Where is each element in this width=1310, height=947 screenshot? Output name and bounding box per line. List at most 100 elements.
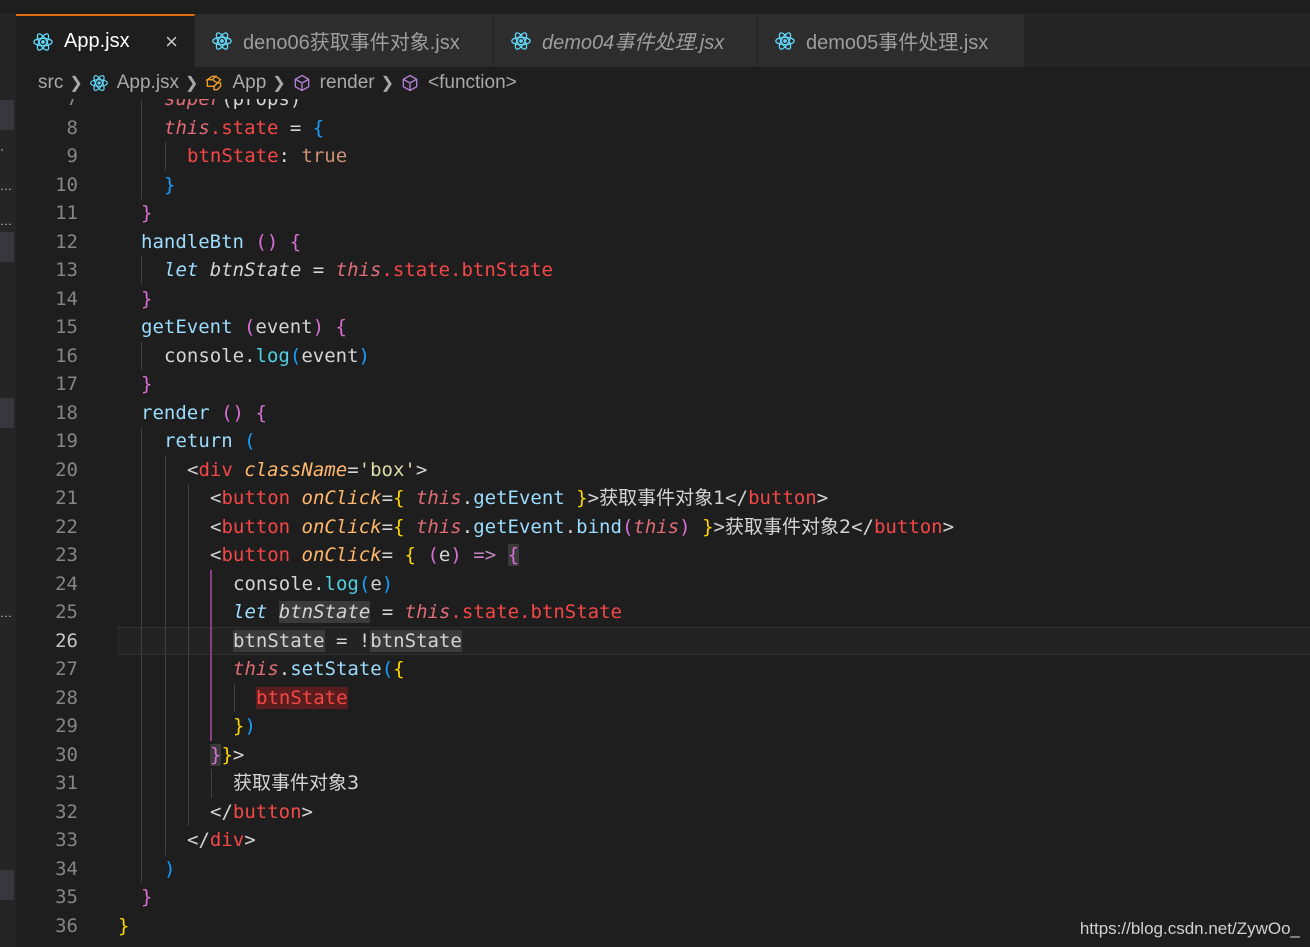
line-code: return ( — [164, 427, 256, 456]
line-number: 31 — [55, 772, 78, 794]
line-number: 22 — [55, 515, 78, 538]
tab-app-jsx[interactable]: App.jsx × — [16, 14, 195, 67]
code-line: 17 } — [16, 370, 1310, 399]
breadcrumb-file[interactable]: App.jsx — [89, 72, 179, 94]
token: e — [370, 572, 382, 595]
token: btnState — [256, 686, 348, 709]
indent-guide — [188, 484, 189, 513]
indent-guide — [188, 712, 189, 741]
line-number: 36 — [55, 914, 78, 937]
line-code: this.setState({ — [233, 655, 405, 684]
indent-guide — [188, 541, 189, 570]
line-number: 23 — [55, 544, 78, 566]
line-number: 28 — [55, 686, 78, 709]
token: ) — [358, 344, 370, 367]
line-code: <button onClick={ this.getEvent }>获取事件对象… — [210, 484, 828, 513]
breadcrumb-function[interactable]: <function> — [400, 72, 517, 94]
code-line: 22 <button onClick={ this.getEvent.bind(… — [16, 512, 1310, 541]
breadcrumb-src[interactable]: src — [38, 72, 63, 94]
indent-guide — [141, 427, 142, 456]
indent-guide-active — [210, 598, 212, 627]
indent-guide — [165, 712, 166, 741]
indent-guide — [141, 99, 142, 114]
line-number: 15 — [55, 316, 78, 338]
token: 获取事件对象1 — [599, 487, 726, 509]
code-line: 35 } — [16, 883, 1310, 912]
code-line: 21 <button onClick={ this.getEvent }>获取事… — [16, 484, 1310, 513]
code-editor[interactable]: 7 super(props) 8 this.state = { 9 btnSta… — [16, 99, 1310, 947]
tab-deno06[interactable]: deno06获取事件对象.jsx — [195, 14, 494, 67]
token: } — [141, 202, 153, 224]
token: event — [255, 316, 313, 338]
code-line: 15 getEvent (event) { — [16, 313, 1310, 342]
line-code: }}> — [210, 741, 244, 770]
token: this — [415, 487, 462, 509]
token: getEvent — [473, 487, 565, 509]
sidebar-ellipsis: … — [0, 214, 12, 228]
breadcrumb: src ❯ App.jsx ❯ App ❯ render ❯ <function… — [16, 67, 1310, 99]
token: { — [507, 544, 520, 566]
line-code: console.log(event) — [164, 342, 370, 371]
token: { — [335, 316, 347, 338]
indent-guide-active — [210, 655, 212, 684]
watermark: https://blog.csdn.net/ZywOo_ — [1079, 919, 1300, 938]
close-icon[interactable]: × — [165, 29, 178, 55]
line-code: } — [164, 171, 175, 200]
line-code: 获取事件对象3 — [233, 769, 359, 798]
token: = — [381, 544, 394, 566]
token: ( — [381, 658, 394, 680]
token: < — [210, 487, 222, 509]
token: = — [370, 601, 405, 623]
react-icon — [775, 31, 795, 50]
tab-demo04[interactable]: demo04事件处理.jsx — [494, 14, 758, 67]
chevron-right-icon: ❯ — [69, 75, 83, 92]
indent-guide — [141, 113, 142, 142]
breadcrumb-function-label: <function> — [428, 72, 517, 93]
token: btnState — [370, 629, 462, 652]
tab-demo05[interactable]: demo05事件处理.jsx — [758, 14, 1025, 67]
line-code: render () { — [141, 399, 267, 428]
line-number: 12 — [55, 230, 78, 253]
sidebar-marker — [0, 870, 14, 900]
indent-guide — [165, 598, 166, 627]
line-code: this.state = { — [164, 114, 324, 143]
token: return — [164, 430, 233, 452]
indent-guide — [188, 655, 189, 684]
react-icon — [511, 31, 531, 50]
breadcrumb-method[interactable]: render — [292, 72, 375, 94]
token: ) — [381, 572, 394, 595]
activity-sidebar: · … … … — [0, 14, 16, 947]
token: } — [141, 287, 153, 310]
code-line: 30 }}> — [16, 740, 1310, 770]
indent-guide — [165, 655, 166, 684]
token: .state.btnState — [450, 601, 622, 623]
token: } — [576, 487, 588, 509]
indent-guide — [165, 455, 166, 484]
code-line: 13 let btnState = this.state.btnState — [16, 256, 1310, 285]
token: render — [141, 401, 210, 424]
token: ( — [358, 572, 371, 595]
code-line: 14 } — [16, 285, 1310, 314]
indent-guide-active — [210, 712, 212, 741]
breadcrumb-class[interactable]: App — [204, 72, 266, 94]
indent-guide — [141, 341, 142, 370]
token: } — [210, 743, 222, 766]
token: { — [393, 487, 405, 509]
token: } — [221, 743, 233, 766]
token: } — [233, 715, 245, 737]
line-number: 32 — [55, 800, 78, 823]
line-number: 26 — [55, 629, 78, 652]
indent-guide — [211, 769, 212, 798]
token: button — [873, 515, 943, 538]
indent-guide — [188, 598, 189, 627]
token: } — [702, 515, 714, 538]
code-line: 12 handleBtn () { — [16, 228, 1310, 257]
line-code: </div> — [187, 826, 256, 855]
indent-guide — [165, 797, 166, 826]
line-number: 9 — [66, 145, 78, 167]
